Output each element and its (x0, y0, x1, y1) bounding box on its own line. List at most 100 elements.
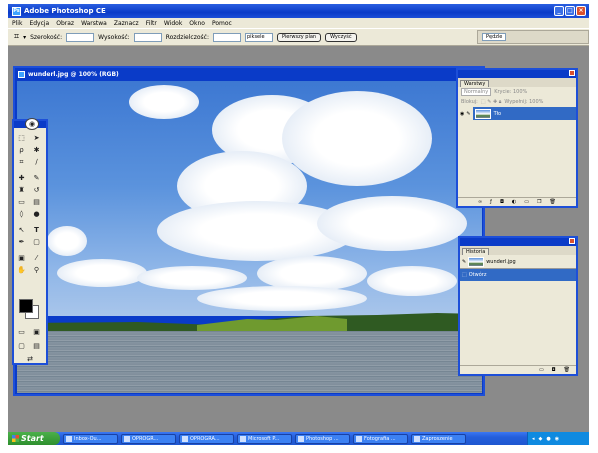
eyedropper-icon[interactable]: ⁄ (31, 253, 42, 263)
height-field[interactable] (133, 32, 162, 42)
lasso-icon[interactable]: ρ (16, 145, 27, 155)
adjustment-icon[interactable]: ◐ (512, 199, 516, 205)
history-brush-source-icon[interactable]: ✎ (462, 259, 466, 265)
style-icon[interactable]: ƒ (490, 199, 492, 205)
menu-edit[interactable]: Edycja (29, 20, 49, 27)
tray-network-icon[interactable]: ◂ (532, 436, 535, 442)
stamp-icon[interactable]: ♜ (16, 185, 27, 195)
taskbar-item[interactable]: Zaproszenie (411, 433, 466, 444)
marquee-icon[interactable]: ⬚ (16, 133, 27, 143)
taskbar-item[interactable]: Fotografia ... (353, 433, 408, 444)
cloud (47, 226, 87, 256)
blur-icon[interactable]: ◊ (16, 209, 27, 219)
snapshot-icon[interactable]: ◘ (552, 367, 556, 373)
taskbar-item-label: Inbox-Ou... (74, 435, 102, 442)
menu-window[interactable]: Okno (189, 20, 205, 27)
tray-app-icon[interactable]: ◉ (555, 436, 559, 442)
magic-wand-icon[interactable]: ✱ (31, 145, 42, 155)
standard-mode-icon[interactable]: ▭ (16, 327, 27, 337)
quickmask-mode-icon[interactable]: ▣ (31, 327, 42, 337)
crop-tool-icon[interactable]: ⌗ (14, 32, 19, 42)
taskbar-item-label: OPROGR... (132, 435, 159, 442)
document-titlebar[interactable]: wunderl.jpg @ 100% (RGB) (15, 68, 483, 80)
zoom-icon[interactable]: ⚲ (31, 265, 42, 275)
panel-close-icon[interactable] (569, 70, 575, 76)
gradient-icon[interactable]: ▤ (31, 197, 42, 207)
fullscreen-mode-icon[interactable]: ▤ (31, 341, 42, 351)
resolution-field[interactable] (212, 32, 241, 42)
layer-name[interactable]: Tło (494, 111, 502, 117)
tab-layers[interactable]: Warstwy (460, 80, 490, 87)
eye-icon[interactable]: ◉ (460, 111, 464, 117)
notes-icon[interactable]: ▣ (16, 253, 27, 263)
taskbar-item[interactable]: Inbox-Ou... (63, 433, 118, 444)
document-icon (18, 70, 25, 78)
menu-image[interactable]: Obraz (56, 20, 74, 27)
history-brush-icon[interactable]: ↺ (31, 185, 42, 195)
move-icon[interactable]: ➤ (31, 133, 42, 143)
clear-button[interactable]: Wyczyść (325, 32, 357, 42)
trash-icon[interactable]: 🗑︎ (550, 199, 556, 205)
history-state[interactable]: ⬚ Otwórz (460, 268, 576, 281)
image-canvas[interactable] (17, 81, 482, 393)
healing-icon[interactable]: ✚ (16, 173, 27, 183)
width-label: Szerokość: (30, 33, 63, 41)
brush-link-icon[interactable]: ✎ (466, 111, 470, 117)
cloud (129, 85, 199, 119)
history-snapshot[interactable]: ✎ wunderl.jpg (460, 255, 576, 268)
history-panel-titlebar[interactable] (460, 238, 576, 246)
brushes-tab[interactable]: Pędzle (482, 33, 507, 41)
slice-icon[interactable]: ∕ (31, 157, 42, 167)
panel-close-icon[interactable] (569, 238, 575, 244)
trash-icon[interactable]: 🗑︎ (564, 367, 570, 373)
brush-icon[interactable]: ✎ (31, 173, 42, 183)
mask-icon[interactable]: ◘ (500, 199, 504, 205)
tray-shield-icon[interactable]: ● (546, 436, 550, 442)
type-icon[interactable]: T (31, 225, 42, 235)
taskbar-item-label: Fotografia ... (364, 435, 396, 442)
menu-select[interactable]: Zaznacz (114, 20, 139, 27)
lake-water (17, 331, 482, 393)
opacity-label[interactable]: Krycie: 100% (494, 89, 527, 95)
taskbar-item[interactable]: OPROGR... (121, 433, 176, 444)
pen-icon[interactable]: ✒ (16, 237, 27, 247)
menu-filter[interactable]: Filtr (146, 20, 157, 27)
history-panel: Historia ✎ wunderl.jpg ⬚ Otwórz ▭ ◘ 🗑︎ (458, 236, 578, 376)
lock-icons[interactable]: ⬚ ✎ ✚ 🔒︎ (481, 99, 502, 105)
menu-view[interactable]: Widok (164, 20, 182, 27)
tool-preset-arrow-icon[interactable]: ▾ (23, 34, 26, 41)
front-image-button[interactable]: Pierwszy plan (276, 32, 322, 42)
menu-help[interactable]: Pomoc (212, 20, 232, 27)
tab-history[interactable]: Historia (462, 248, 490, 255)
shape-icon[interactable]: ▢ (31, 237, 42, 247)
layer-row-background[interactable]: ◉ ✎ Tło (458, 107, 576, 120)
taskbar-item[interactable]: Photoshop ... (295, 433, 350, 444)
start-button[interactable]: Start (8, 432, 60, 445)
dodge-icon[interactable]: ● (31, 209, 42, 219)
close-button[interactable]: × (576, 6, 586, 16)
photoshop-icon: Ps (12, 6, 21, 16)
fill-label[interactable]: Wypełnij: 100% (504, 99, 543, 105)
width-field[interactable] (66, 32, 95, 42)
menu-file[interactable]: Plik (12, 20, 22, 27)
new-layer-icon[interactable]: ❐ (537, 199, 541, 205)
crop-icon[interactable]: ⌗ (16, 157, 27, 167)
maximize-button[interactable]: □ (565, 6, 575, 16)
layers-panel-titlebar[interactable] (458, 70, 576, 78)
new-document-icon[interactable]: ▭ (539, 367, 544, 373)
path-select-icon[interactable]: ↖ (16, 225, 27, 235)
folder-icon[interactable]: ▭ (524, 199, 529, 205)
unit-select[interactable]: piksele (244, 32, 273, 42)
menu-layer[interactable]: Warstwa (81, 20, 107, 27)
screen-mode-icon[interactable]: ▢ (16, 341, 27, 351)
imageready-icon[interactable]: ⇄ (20, 354, 40, 364)
link-icon[interactable]: ∞ (478, 199, 482, 205)
taskbar-item[interactable]: OPROGRA... (179, 433, 234, 444)
hand-icon[interactable]: ✋ (16, 265, 27, 275)
taskbar-item[interactable]: Microsoft P... (237, 433, 292, 444)
eraser-icon[interactable]: ▭ (16, 197, 27, 207)
minimize-button[interactable]: _ (554, 6, 564, 16)
blend-mode-select[interactable]: Normalny (461, 88, 492, 96)
foreground-color-swatch[interactable] (19, 299, 33, 313)
tray-volume-icon[interactable]: ◆ (539, 436, 543, 442)
